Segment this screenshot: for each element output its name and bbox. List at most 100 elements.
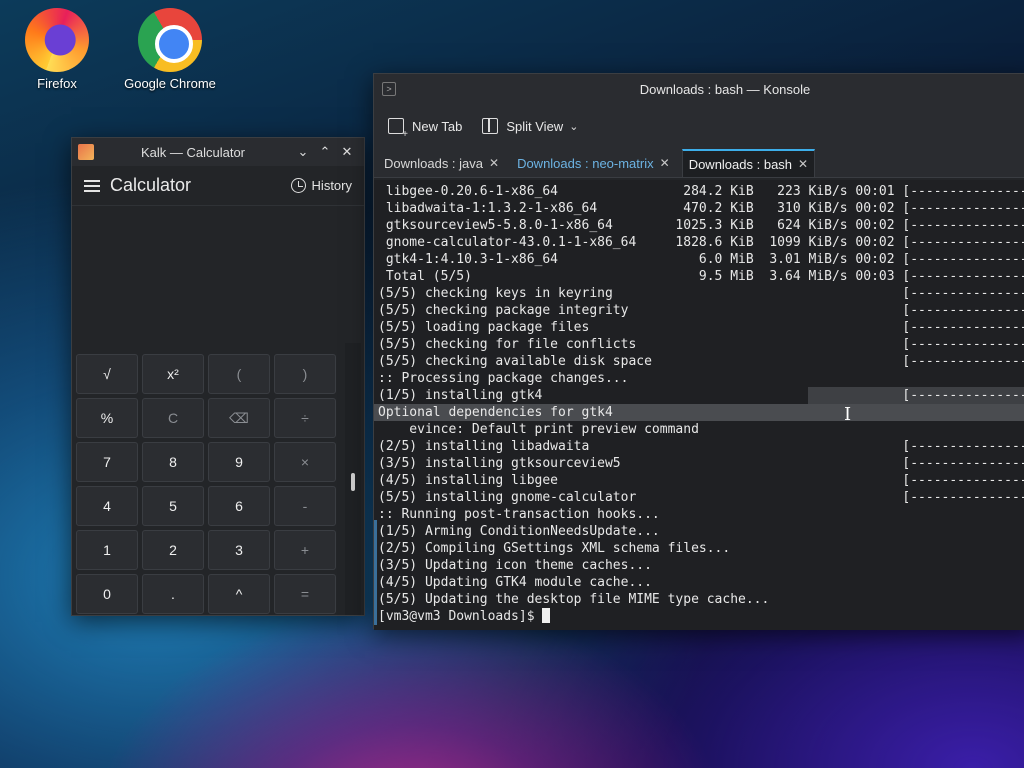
scrollbar[interactable] bbox=[345, 343, 361, 615]
window-title: Kalk — Calculator bbox=[140, 144, 246, 160]
new-tab-button[interactable]: New Tab bbox=[388, 118, 463, 140]
close-icon[interactable]: ✕ bbox=[489, 156, 499, 170]
close-icon[interactable]: ✕ bbox=[660, 156, 670, 170]
key-4[interactable]: 4 bbox=[76, 486, 138, 526]
calculator-display bbox=[72, 206, 364, 352]
terminal-app-icon: > bbox=[382, 82, 396, 96]
terminal-line: (4/5) installing libgee [--------------- bbox=[378, 473, 1024, 488]
split-view-button[interactable]: Split View ⌄ bbox=[482, 118, 578, 134]
tab-bar: Downloads : java ✕ Downloads : neo-matri… bbox=[374, 148, 1024, 178]
key-2[interactable]: 2 bbox=[142, 530, 204, 570]
key-9[interactable]: 9 bbox=[208, 442, 270, 482]
shell-prompt: [vm3@vm3 Downloads]$ bbox=[378, 609, 543, 624]
terminal-line: (5/5) installing gnome-calculator [-----… bbox=[378, 490, 1024, 505]
page-title: Calculator bbox=[110, 175, 192, 195]
konsole-titlebar[interactable]: > Downloads : bash — Konsole bbox=[374, 74, 1024, 104]
new-tab-label: New Tab bbox=[412, 118, 463, 134]
scrollbar-thumb[interactable] bbox=[351, 473, 355, 491]
ibeam-cursor-icon: I bbox=[844, 404, 852, 425]
history-label: History bbox=[311, 178, 352, 193]
desktop-icon-label: Firefox bbox=[37, 76, 77, 91]
terminal-line: gnome-calculator-43.0.1-1-x86_64 1828.6 … bbox=[378, 235, 1024, 250]
split-view-icon bbox=[482, 118, 499, 134]
tab-label: Downloads : neo-matrix bbox=[517, 155, 654, 171]
tab-java[interactable]: Downloads : java ✕ bbox=[378, 149, 505, 177]
terminal-line: (5/5) Updating the desktop file MIME typ… bbox=[378, 592, 770, 607]
chevron-down-icon: ⌄ bbox=[569, 120, 579, 133]
chrome-icon bbox=[138, 8, 202, 72]
text-cursor bbox=[542, 608, 551, 623]
terminal-line: gtksourceview5-5.8.0-1-x86_64 1025.3 KiB… bbox=[378, 218, 1024, 233]
key-open-paren[interactable]: ( bbox=[208, 354, 270, 394]
key-power[interactable]: ^ bbox=[208, 574, 270, 614]
kalk-app-icon bbox=[78, 144, 94, 160]
terminal-line: :: Processing package changes... bbox=[378, 371, 629, 386]
konsole-window: > Downloads : bash — Konsole New Tab Spl… bbox=[373, 73, 1024, 630]
key-equals[interactable]: = bbox=[274, 574, 336, 614]
terminal-line-selected: (1/5) installing gtk4 [--------------- bbox=[374, 387, 1024, 404]
key-8[interactable]: 8 bbox=[142, 442, 204, 482]
minimize-button[interactable]: ⌄ bbox=[292, 141, 314, 163]
tab-label: Downloads : bash bbox=[688, 156, 793, 172]
key-backspace[interactable]: ⌫ bbox=[208, 398, 270, 438]
key-percent[interactable]: % bbox=[76, 398, 138, 438]
key-0[interactable]: 0 bbox=[76, 574, 138, 614]
key-close-paren[interactable]: ) bbox=[274, 354, 336, 394]
key-square[interactable]: x² bbox=[142, 354, 204, 394]
new-tab-icon bbox=[388, 118, 408, 140]
konsole-toolbar: New Tab Split View ⌄ bbox=[374, 104, 1024, 148]
close-icon[interactable]: ✕ bbox=[798, 157, 808, 171]
key-1[interactable]: 1 bbox=[76, 530, 138, 570]
calculator-window: Kalk — Calculator ⌄ ⌃ ✕ Calculator Histo… bbox=[71, 137, 365, 616]
maximize-button[interactable]: ⌃ bbox=[314, 141, 336, 163]
calculator-header: Calculator History bbox=[72, 166, 364, 206]
key-sqrt[interactable]: √ bbox=[76, 354, 138, 394]
close-button[interactable]: ✕ bbox=[336, 141, 358, 163]
key-7[interactable]: 7 bbox=[76, 442, 138, 482]
terminal-line: (4/5) Updating GTK4 module cache... bbox=[378, 575, 652, 590]
calculator-keypad: √ x² ( ) % C ⌫ ÷ 7 8 9 × 4 5 6 - 1 2 3 +… bbox=[76, 354, 342, 614]
key-multiply[interactable]: × bbox=[274, 442, 336, 482]
history-button[interactable]: History bbox=[290, 178, 352, 193]
desktop-icon-label: Google Chrome bbox=[124, 76, 216, 91]
terminal-output[interactable]: libgee-0.20.6-1-x86_64 284.2 KiB 223 KiB… bbox=[374, 180, 1024, 630]
key-clear[interactable]: C bbox=[142, 398, 204, 438]
terminal-line: Total (5/5) 9.5 MiB 3.64 MiB/s 00:03 [--… bbox=[378, 269, 1024, 284]
tab-label: Downloads : java bbox=[384, 155, 483, 171]
firefox-icon bbox=[25, 8, 89, 72]
key-6[interactable]: 6 bbox=[208, 486, 270, 526]
terminal-line: (2/5) Compiling GSettings XML schema fil… bbox=[378, 541, 731, 556]
clock-icon bbox=[290, 178, 306, 193]
terminal-line: libadwaita-1:1.3.2-1-x86_64 470.2 KiB 31… bbox=[378, 201, 1024, 216]
scroll-marker bbox=[374, 520, 377, 625]
terminal-line: (3/5) installing gtksourceview5 [-------… bbox=[378, 456, 1024, 471]
split-view-label: Split View bbox=[506, 118, 564, 134]
desktop-icon-chrome[interactable]: Google Chrome bbox=[115, 8, 225, 91]
menu-icon[interactable] bbox=[84, 179, 100, 192]
terminal-line: (3/5) Updating icon theme caches... bbox=[378, 558, 652, 573]
terminal-line: libgee-0.20.6-1-x86_64 284.2 KiB 223 KiB… bbox=[378, 184, 1024, 199]
terminal-line: :: Running post-transaction hooks... bbox=[378, 507, 660, 522]
terminal-line: (1/5) Arming ConditionNeedsUpdate... bbox=[378, 524, 660, 539]
desktop-icon-firefox[interactable]: Firefox bbox=[2, 8, 112, 91]
calculator-titlebar[interactable]: Kalk — Calculator ⌄ ⌃ ✕ bbox=[72, 138, 364, 166]
key-plus[interactable]: + bbox=[274, 530, 336, 570]
terminal-line: evince: Default print preview command bbox=[378, 422, 699, 437]
terminal-line: (5/5) checking available disk space [---… bbox=[378, 354, 1024, 369]
terminal-line: (5/5) checking for file conflicts [-----… bbox=[378, 337, 1024, 352]
terminal-line: (5/5) loading package files [-----------… bbox=[378, 320, 1024, 335]
window-title: Downloads : bash — Konsole bbox=[639, 81, 811, 97]
terminal-line: gtk4-1:4.10.3-1-x86_64 6.0 MiB 3.01 MiB/… bbox=[378, 252, 1024, 267]
terminal-line-selected: Optional dependencies for gtk4 bbox=[374, 404, 1024, 421]
key-3[interactable]: 3 bbox=[208, 530, 270, 570]
key-5[interactable]: 5 bbox=[142, 486, 204, 526]
key-minus[interactable]: - bbox=[274, 486, 336, 526]
key-divide[interactable]: ÷ bbox=[274, 398, 336, 438]
key-decimal[interactable]: . bbox=[142, 574, 204, 614]
terminal-line: (5/5) checking keys in keyring [--------… bbox=[378, 286, 1024, 301]
terminal-prompt-line[interactable]: [vm3@vm3 Downloads]$ bbox=[374, 608, 1024, 625]
tab-bash[interactable]: Downloads : bash ✕ bbox=[681, 149, 816, 177]
terminal-line: (2/5) installing libadwaita [-----------… bbox=[378, 439, 1024, 454]
terminal-line: (5/5) checking package integrity [------… bbox=[378, 303, 1024, 318]
tab-neo-matrix[interactable]: Downloads : neo-matrix ✕ bbox=[511, 149, 676, 177]
